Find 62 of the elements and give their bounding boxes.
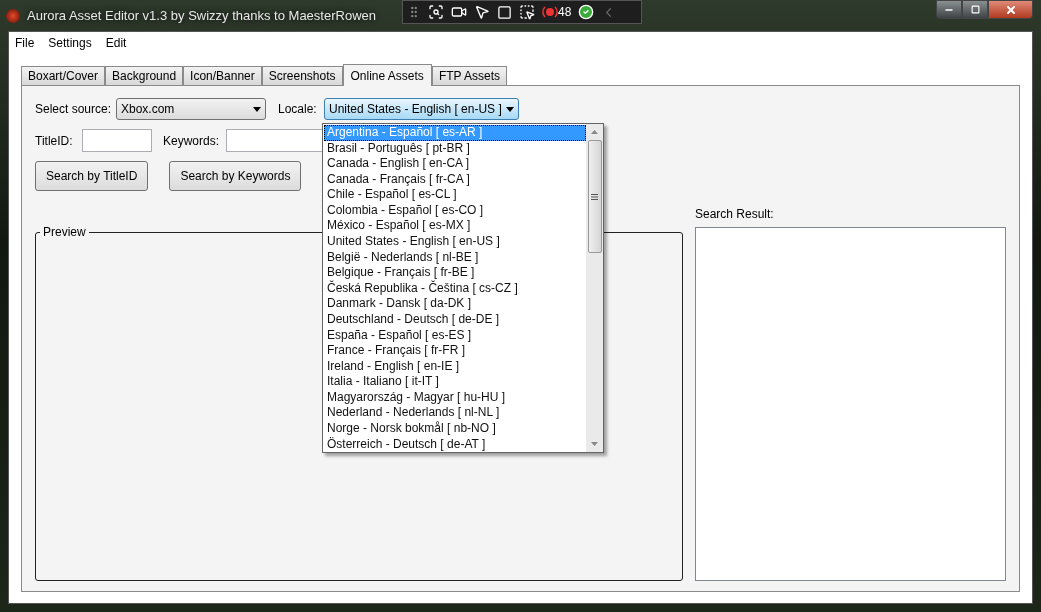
- minimize-button[interactable]: [936, 0, 962, 19]
- locale-option[interactable]: Colombia - Español [ es-CO ]: [324, 202, 586, 219]
- locale-option[interactable]: Ireland - English [ en-IE ]: [324, 358, 586, 375]
- capture-region-icon[interactable]: [428, 4, 444, 20]
- tab[interactable]: Background: [105, 66, 184, 85]
- tab[interactable]: Boxart/Cover: [21, 66, 106, 85]
- title-id-field[interactable]: [82, 129, 152, 152]
- locale-option[interactable]: Brasil - Português [ pt-BR ]: [324, 140, 586, 157]
- window-title: Aurora Asset Editor v1.3 by Swizzy thanks to MaesterRowen: [27, 6, 376, 25]
- group-label: Preview: [40, 225, 89, 239]
- locale-option[interactable]: Deutschland - Deutsch [ de-DE ]: [324, 311, 586, 328]
- caret-icon: [253, 106, 261, 112]
- video-camera-icon[interactable]: [451, 4, 467, 20]
- locale-option[interactable]: Danmark - Dansk [ da-DK ]: [324, 296, 586, 312]
- locale-option[interactable]: United States - English [ en-US ]: [324, 234, 586, 250]
- locale-option[interactable]: Chile - Español [ es-CL ]: [324, 187, 586, 203]
- field-label: Locale:: [278, 101, 318, 118]
- tab[interactable]: Online Assets: [342, 64, 432, 86]
- cursor-select-icon[interactable]: [519, 4, 535, 20]
- locale-option[interactable]: Italia - Italiano [ it-IT ]: [324, 374, 586, 390]
- field-label: Keywords:: [163, 132, 221, 150]
- locale-option[interactable]: Norge - Norsk bokmål [ nb-NO ]: [324, 421, 586, 437]
- record-icon[interactable]: [542, 5, 558, 19]
- scroll-up-icon[interactable]: [591, 130, 598, 134]
- grip-icon: [591, 193, 598, 200]
- field-label: Search Result:: [695, 206, 775, 223]
- check-circle-icon[interactable]: [578, 4, 595, 20]
- scrollbar-thumb[interactable]: [587, 140, 602, 253]
- cursor-icon[interactable]: [474, 4, 490, 20]
- app-icon: [6, 8, 20, 23]
- source-dropdown[interactable]: Xbox.com: [116, 98, 266, 120]
- maximize-button[interactable]: [962, 0, 988, 19]
- counter-text: 48: [558, 4, 572, 21]
- close-icon: [1004, 3, 1017, 16]
- locale-option[interactable]: France - Français [ fr-FR ]: [324, 343, 586, 359]
- menu-item[interactable]: File: [15, 34, 35, 52]
- locale-option[interactable]: België - Nederlands [ nl-BE ]: [324, 249, 586, 266]
- locale-option[interactable]: Nederland - Nederlands [ nl-NL ]: [324, 405, 586, 421]
- tab[interactable]: Screenshots: [261, 66, 343, 85]
- search-button[interactable]: Search by TitleID: [35, 161, 149, 191]
- square-icon[interactable]: [497, 4, 512, 20]
- tab[interactable]: Icon/Banner: [183, 66, 262, 85]
- menu-item[interactable]: Settings: [48, 34, 92, 52]
- locale-option[interactable]: Belgique - Français [ fr-BE ]: [324, 265, 586, 281]
- locale-option[interactable]: Česká Republika - Čeština [ cs-CZ ]: [324, 280, 586, 297]
- maximize-icon: [970, 5, 980, 14]
- field-label: TitleID:: [35, 132, 74, 150]
- locale-option[interactable]: México - Español [ es-MX ]: [324, 218, 586, 235]
- menu-item[interactable]: Edit: [105, 34, 127, 52]
- close-button[interactable]: [988, 0, 1033, 19]
- locale-dropdown[interactable]: United States - English [ en-US ]: [324, 98, 519, 120]
- search-button[interactable]: Search by Keywords: [169, 161, 302, 191]
- locale-option[interactable]: Canada - Français [ fr-CA ]: [324, 171, 586, 188]
- caret-icon: [506, 106, 514, 112]
- tab[interactable]: FTP Assets: [431, 66, 507, 85]
- scrollbar[interactable]: [586, 124, 603, 452]
- scroll-down-icon[interactable]: [591, 442, 598, 446]
- locale-option[interactable]: Magyarország - Magyar [ hu-HU ]: [324, 389, 586, 406]
- field-label: Select source:: [35, 101, 113, 118]
- locale-option[interactable]: Canada - English [ en-CA ]: [324, 156, 586, 172]
- locale-option[interactable]: Österreich - Deutsch [ de-AT ]: [324, 436, 586, 452]
- locale-option[interactable]: España - Español [ es-ES ]: [324, 327, 586, 344]
